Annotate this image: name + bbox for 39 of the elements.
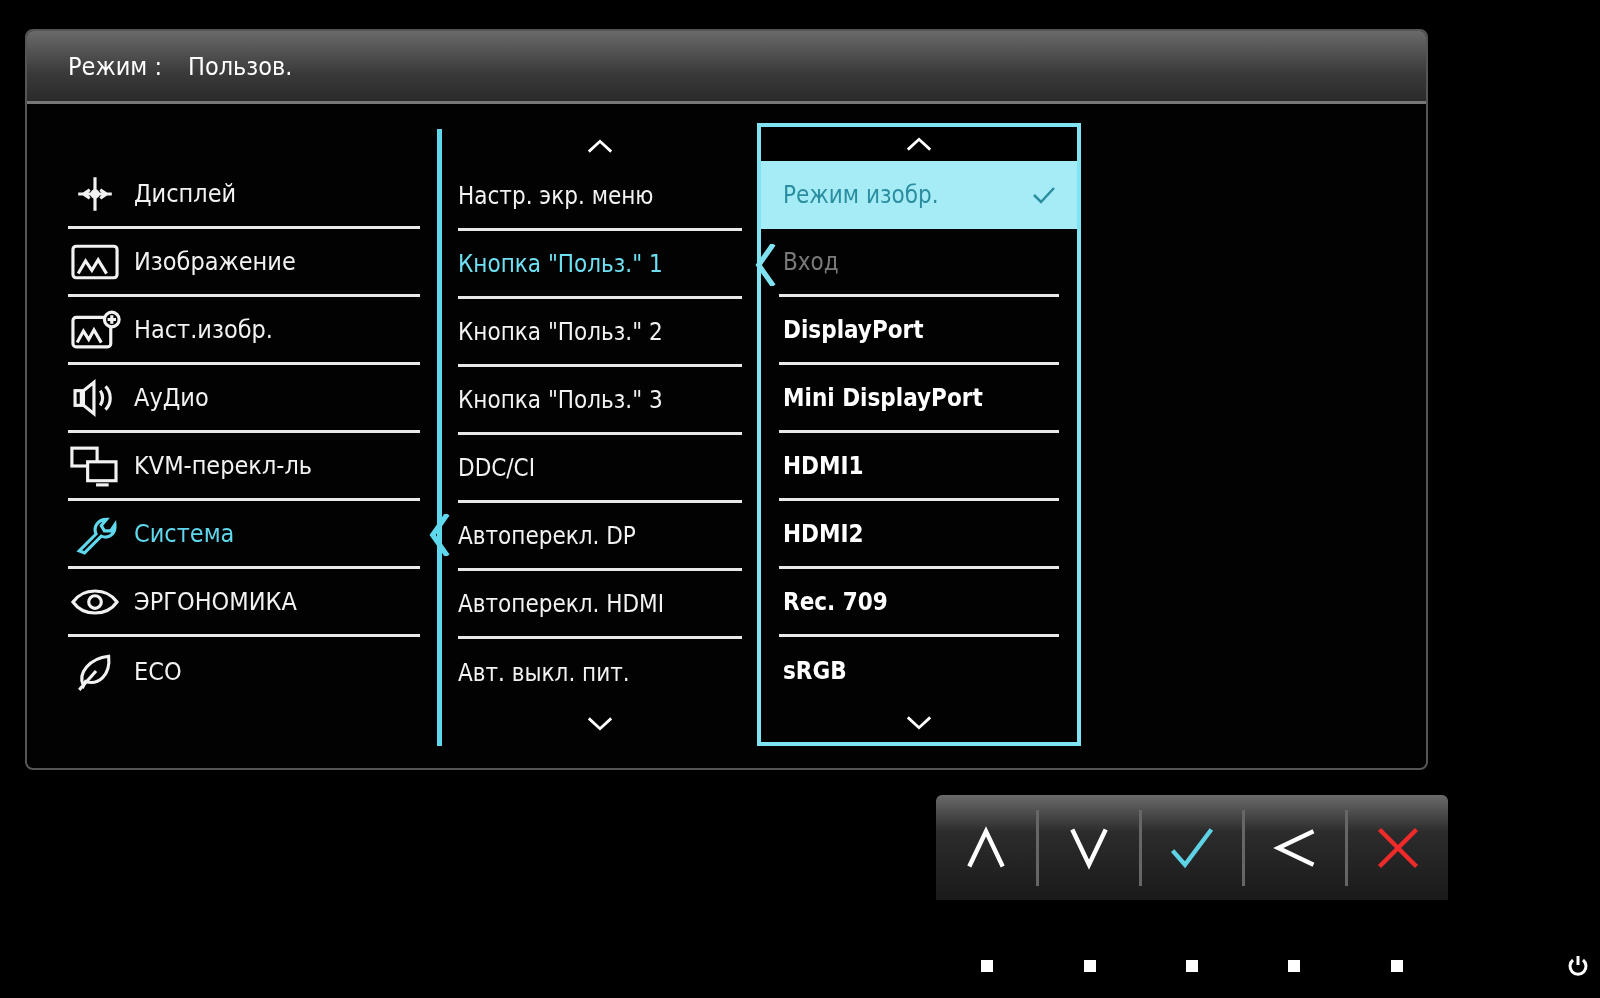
category-item[interactable]: KVM-перекл-ль — [134, 451, 313, 480]
category-item[interactable]: ЭРГОНОМИКА — [134, 587, 297, 616]
category-item[interactable]: Дисплей — [134, 179, 237, 208]
submenu-item[interactable]: Кнопка "Польз." 2 — [458, 317, 663, 346]
option-item[interactable]: DisplayPort — [779, 297, 1059, 365]
submenu-item[interactable]: Настр. экр. меню — [458, 181, 654, 210]
submenu-item[interactable]: Кнопка "Польз." 3 — [458, 385, 663, 414]
option-item[interactable]: HDMI1 — [779, 433, 1059, 501]
submenu-item[interactable]: Авт. выкл. пит. — [458, 659, 630, 687]
submenu-item[interactable]: DDC/CI — [458, 453, 536, 482]
submenu-item[interactable]: Автоперекл. HDMI — [458, 589, 665, 618]
picture-plus-icon — [68, 308, 122, 351]
option-item[interactable]: Rec. 709 — [779, 569, 1059, 637]
option-item[interactable]: Mini DisplayPort — [779, 365, 1059, 433]
power-icon — [1566, 954, 1590, 978]
option-item[interactable]: HDMI2 — [779, 501, 1059, 569]
close-icon[interactable] — [1376, 825, 1420, 870]
hardware-key-icon — [1083, 960, 1096, 972]
hardware-key-icon — [1186, 960, 1198, 972]
category-item[interactable]: Наст.изобр. — [134, 315, 273, 344]
option-item[interactable]: sRGB — [779, 637, 1059, 705]
check-icon — [1031, 185, 1057, 205]
mode-label: Режим : — [68, 51, 162, 81]
category-item[interactable]: Система — [134, 519, 235, 548]
submenu-item[interactable]: Кнопка "Польз." 1 — [458, 249, 663, 278]
mode-value: Пользов. — [188, 51, 293, 81]
chevron-down-icon — [586, 716, 614, 732]
hardware-key-icon — [981, 960, 994, 972]
hardware-key-icon — [1390, 960, 1403, 972]
category-item[interactable]: АуДио — [134, 383, 209, 412]
check-icon[interactable] — [1170, 825, 1214, 870]
chevron-down-icon — [905, 714, 933, 731]
hardware-key-icon — [1288, 960, 1301, 972]
chevron-up-icon — [586, 138, 614, 154]
submenu-item[interactable]: Автоперекл. DP — [458, 521, 636, 550]
category-item[interactable]: Изображение — [134, 247, 296, 276]
category-item[interactable]: ECO — [134, 656, 182, 686]
chevron-up-icon — [905, 136, 933, 152]
caret-up-icon[interactable] — [964, 825, 1008, 870]
